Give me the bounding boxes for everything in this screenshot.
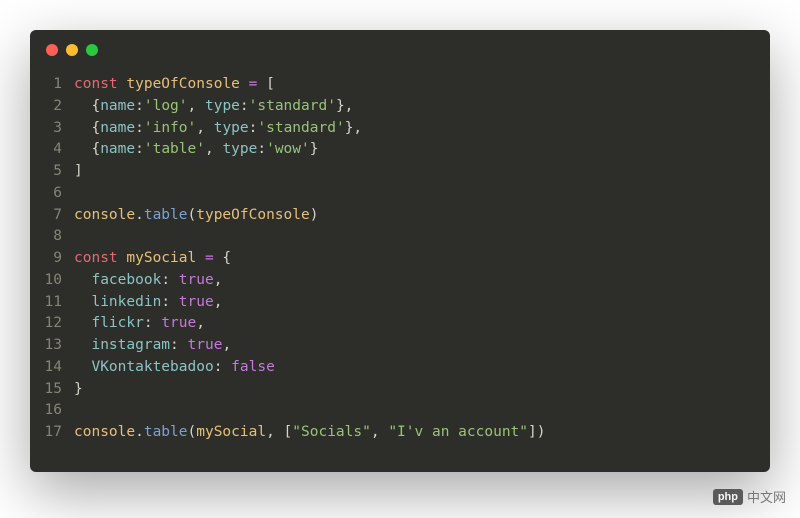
minimize-icon[interactable] xyxy=(66,44,78,56)
code-line: 12 flickr: true, xyxy=(30,313,770,335)
line-number: 3 xyxy=(30,118,74,140)
code-content xyxy=(74,226,83,248)
code-content: console.table(typeOfConsole) xyxy=(74,205,318,227)
code-line: 9const mySocial = { xyxy=(30,248,770,270)
code-line: 7console.table(typeOfConsole) xyxy=(30,205,770,227)
watermark-text: 中文网 xyxy=(747,487,786,506)
code-content: linkedin: true, xyxy=(74,292,222,314)
code-content: facebook: true, xyxy=(74,270,222,292)
line-number: 11 xyxy=(30,292,74,314)
line-number: 2 xyxy=(30,96,74,118)
code-content xyxy=(74,400,83,422)
code-line: 15} xyxy=(30,379,770,401)
line-number: 17 xyxy=(30,422,74,444)
code-line: 3 {name:'info', type:'standard'}, xyxy=(30,118,770,140)
line-number: 15 xyxy=(30,379,74,401)
line-number: 1 xyxy=(30,74,74,96)
code-content: VKontaktebadoo: false xyxy=(74,357,275,379)
code-content: } xyxy=(74,379,83,401)
line-number: 7 xyxy=(30,205,74,227)
line-number: 4 xyxy=(30,139,74,161)
code-content: {name:'table', type:'wow'} xyxy=(74,139,318,161)
code-line: 17console.table(mySocial, ["Socials", "I… xyxy=(30,422,770,444)
code-content xyxy=(74,183,83,205)
line-number: 12 xyxy=(30,313,74,335)
code-line: 4 {name:'table', type:'wow'} xyxy=(30,139,770,161)
close-icon[interactable] xyxy=(46,44,58,56)
window-titlebar xyxy=(30,30,770,66)
code-content: console.table(mySocial, ["Socials", "I'v… xyxy=(74,422,545,444)
code-area: 1const typeOfConsole = [2 {name:'log', t… xyxy=(30,66,770,472)
line-number: 14 xyxy=(30,357,74,379)
code-line: 1const typeOfConsole = [ xyxy=(30,74,770,96)
code-line: 11 linkedin: true, xyxy=(30,292,770,314)
code-line: 8 xyxy=(30,226,770,248)
code-line: 13 instagram: true, xyxy=(30,335,770,357)
code-line: 16 xyxy=(30,400,770,422)
line-number: 10 xyxy=(30,270,74,292)
maximize-icon[interactable] xyxy=(86,44,98,56)
code-content: const typeOfConsole = [ xyxy=(74,74,275,96)
line-number: 16 xyxy=(30,400,74,422)
code-content: {name:'log', type:'standard'}, xyxy=(74,96,353,118)
watermark: php 中文网 xyxy=(713,487,786,506)
code-line: 10 facebook: true, xyxy=(30,270,770,292)
line-number: 9 xyxy=(30,248,74,270)
watermark-badge: php xyxy=(713,489,743,505)
code-content: {name:'info', type:'standard'}, xyxy=(74,118,362,140)
code-content: instagram: true, xyxy=(74,335,231,357)
code-line: 6 xyxy=(30,183,770,205)
code-content: ] xyxy=(74,161,83,183)
code-line: 2 {name:'log', type:'standard'}, xyxy=(30,96,770,118)
line-number: 13 xyxy=(30,335,74,357)
code-content: flickr: true, xyxy=(74,313,205,335)
code-line: 5] xyxy=(30,161,770,183)
code-content: const mySocial = { xyxy=(74,248,231,270)
line-number: 6 xyxy=(30,183,74,205)
code-line: 14 VKontaktebadoo: false xyxy=(30,357,770,379)
code-editor-window: 1const typeOfConsole = [2 {name:'log', t… xyxy=(30,30,770,472)
line-number: 8 xyxy=(30,226,74,248)
line-number: 5 xyxy=(30,161,74,183)
